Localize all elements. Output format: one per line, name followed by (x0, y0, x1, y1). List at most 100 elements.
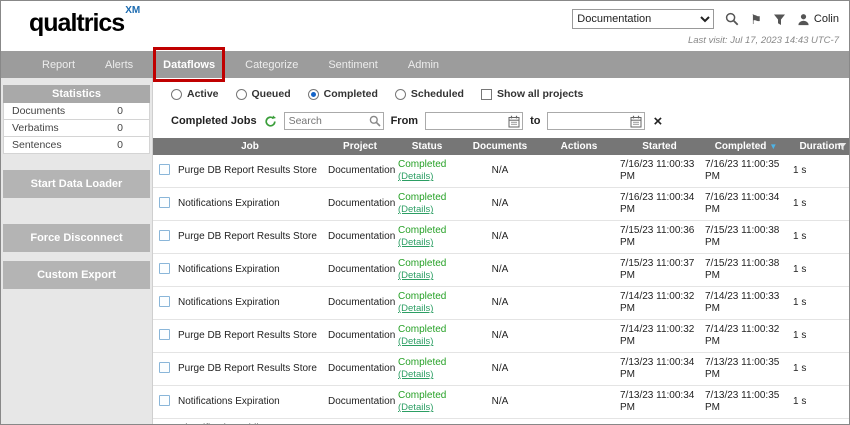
actions-cell (541, 188, 617, 221)
project-cell: Documentation (325, 386, 395, 419)
clear-dates-icon[interactable]: × (653, 114, 662, 129)
documents-cell: N/A (459, 287, 541, 320)
checkbox-cell (153, 353, 175, 386)
project-cell: Documentation (325, 188, 395, 221)
from-date-wrap (425, 112, 523, 130)
col-actions[interactable]: Actions (541, 138, 617, 155)
filter-scheduled[interactable]: Scheduled (395, 88, 464, 100)
job-cell: Purge DB Report Results Store (175, 353, 325, 386)
table-row: Notifications ExpirationDocumentationCom… (153, 254, 849, 287)
project-select[interactable]: Documentation (572, 9, 714, 29)
job-cell: Classification: Airline Journey - Englis… (175, 419, 325, 425)
row-checkbox[interactable] (159, 329, 170, 340)
details-link[interactable]: (Details) (398, 402, 456, 413)
documents-cell: N/A (459, 221, 541, 254)
details-link[interactable]: (Details) (398, 204, 456, 215)
row-checkbox[interactable] (159, 296, 170, 307)
user-menu[interactable]: Colin (797, 13, 839, 26)
logo-xm: XM (125, 5, 140, 16)
table-row: Purge DB Report Results StoreDocumentati… (153, 221, 849, 254)
tab-categorize[interactable]: Categorize (230, 51, 313, 78)
col-documents[interactable]: Documents (459, 138, 541, 155)
status-cell: Completed(Details) (395, 386, 459, 419)
details-link[interactable]: (Details) (398, 171, 456, 182)
project-cell: Documentation (325, 155, 395, 188)
col-project[interactable]: Project (325, 138, 395, 155)
tab-dataflows[interactable]: Dataflows (148, 51, 230, 78)
radio-icon (395, 89, 406, 100)
job-cell: Purge DB Report Results Store (175, 320, 325, 353)
actions-cell (541, 254, 617, 287)
row-checkbox[interactable] (159, 362, 170, 373)
stat-value: 0 (117, 122, 123, 134)
force-disconnect-button[interactable]: Force Disconnect (3, 224, 150, 252)
stat-row-documents: Documents 0 (3, 103, 150, 120)
table-row: Notifications ExpirationDocumentationCom… (153, 188, 849, 221)
status-text: Completed (398, 291, 456, 303)
col-status[interactable]: Status (395, 138, 459, 155)
status-text: Completed (398, 159, 456, 171)
refresh-icon[interactable] (264, 115, 277, 128)
documents-cell: N/A (459, 386, 541, 419)
start-data-loader-button[interactable]: Start Data Loader (3, 170, 150, 198)
checkbox-cell (153, 419, 175, 425)
search-icon[interactable] (725, 12, 739, 26)
search-field-wrap (284, 112, 384, 130)
table-row: Purge DB Report Results StoreDocumentati… (153, 353, 849, 386)
stat-label: Verbatims (12, 122, 59, 134)
logo-text: qualtrics (29, 9, 124, 37)
calendar-icon[interactable] (508, 115, 520, 128)
stat-value: 0 (117, 139, 123, 151)
table-row: Purge DB Report Results StoreDocumentati… (153, 320, 849, 353)
table-header-row: Job Project Status Documents Actions Sta… (153, 138, 849, 155)
details-link[interactable]: (Details) (398, 270, 456, 281)
col-duration[interactable]: Duration (790, 138, 849, 155)
tab-sentiment[interactable]: Sentiment (313, 51, 393, 78)
main-nav: Report Alerts Dataflows Categorize Senti… (1, 51, 849, 78)
row-checkbox[interactable] (159, 197, 170, 208)
started-cell: 7/15/23 11:00:37 PM (617, 254, 702, 287)
col-job[interactable]: Job (175, 138, 325, 155)
filter-label: Active (187, 88, 219, 100)
filter-funnel-icon[interactable] (773, 13, 786, 26)
started-cell: 7/13/23 11:00:34 PM (617, 386, 702, 419)
sidebar: Statistics Documents 0 Verbatims 0 Sente… (1, 78, 153, 425)
duration-cell: 1 s (790, 155, 849, 188)
tab-report[interactable]: Report (27, 51, 90, 78)
calendar-icon[interactable] (630, 115, 642, 128)
content-area: Statistics Documents 0 Verbatims 0 Sente… (1, 78, 849, 425)
filter-queued[interactable]: Queued (236, 88, 291, 100)
col-completed[interactable]: Completed▼ (702, 138, 790, 155)
qualtrics-logo[interactable]: qualtricsXM (29, 9, 139, 38)
details-link[interactable]: (Details) (398, 336, 456, 347)
show-all-projects-checkbox[interactable]: Show all projects (481, 88, 583, 100)
row-checkbox[interactable] (159, 230, 170, 241)
filter-completed[interactable]: Completed (308, 88, 378, 100)
row-checkbox[interactable] (159, 164, 170, 175)
details-link[interactable]: (Details) (398, 303, 456, 314)
tab-admin[interactable]: Admin (393, 51, 454, 78)
row-checkbox[interactable] (159, 395, 170, 406)
topbar-right: Documentation ⚑ Colin Last visit: Jul 17… (572, 9, 839, 46)
documents-cell: N/A (459, 155, 541, 188)
table-filter-funnel-icon[interactable] (838, 142, 847, 151)
details-link[interactable]: (Details) (398, 369, 456, 380)
filter-active[interactable]: Active (171, 88, 219, 100)
project-cell: Documentation (325, 221, 395, 254)
table-row: Notifications ExpirationDocumentationCom… (153, 287, 849, 320)
search-field-icon[interactable] (369, 115, 381, 127)
custom-export-button[interactable]: Custom Export (3, 261, 150, 289)
sort-desc-icon: ▼ (769, 142, 777, 151)
tab-alerts[interactable]: Alerts (90, 51, 148, 78)
row-checkbox[interactable] (159, 263, 170, 274)
flag-icon[interactable]: ⚑ (750, 13, 762, 26)
col-started[interactable]: Started (617, 138, 702, 155)
job-cell: Notifications Expiration (175, 386, 325, 419)
completed-cell: 7/15/23 11:00:38 PM (702, 221, 790, 254)
actions-cell (541, 155, 617, 188)
started-cell: 7/13/23 11:00:34 PM (617, 353, 702, 386)
details-link[interactable]: (Details) (398, 237, 456, 248)
col-completed-label: Completed (715, 141, 767, 152)
to-date-wrap (547, 112, 645, 130)
actions-cell (541, 386, 617, 419)
